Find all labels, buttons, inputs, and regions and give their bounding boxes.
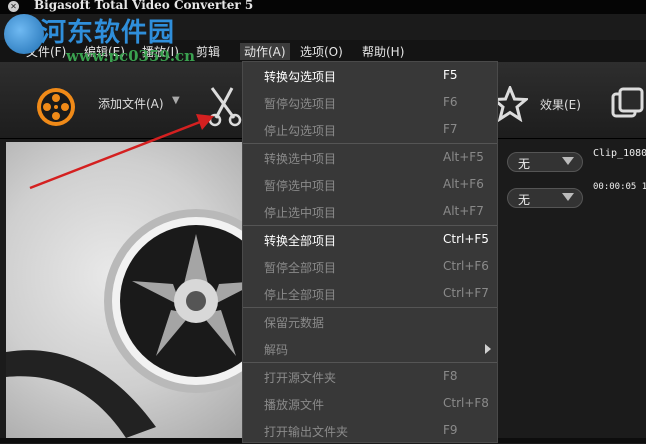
menu-item-decode[interactable]: 解码 [243,335,497,362]
menu-item-label: 保留元数据 [264,316,325,330]
menu-item-label: 转换选中项目 [264,152,337,166]
menu-options[interactable]: 选项(O) [300,43,343,60]
menu-item-label: 停止选中项目 [264,206,337,220]
watermark-text: 河东软件园 [40,18,176,48]
menu-item-shortcut: Ctrl+F5 [443,232,489,246]
menu-item-pause-checked[interactable]: 暂停勾选项目 F6 [243,89,497,116]
menu-item-open-source-folder[interactable]: 打开源文件夹 F8 [243,363,497,390]
clip-name: Clip_1080 [593,148,646,159]
clip-duration: 00:00:05 19 [593,182,646,192]
menu-item-shortcut: F7 [443,122,458,136]
window-icon[interactable] [610,86,646,122]
subtitle-dropdown-value: 无 [518,157,531,171]
conversion-settings-panel: 无 无 Clip_1080 00:00:05 19 [498,142,646,438]
add-file-dropdown-icon[interactable]: ▼ [172,95,180,106]
add-file-button[interactable]: 添加文件(A) [98,95,164,112]
effect-button[interactable]: 效果(E) [540,96,581,113]
menu-item-label: 暂停全部项目 [264,261,337,275]
audio-track-dropdown-value: 无 [518,193,531,207]
menu-item-shortcut: F6 [443,95,458,109]
menu-item-shortcut: Alt+F7 [443,204,484,218]
menu-item-play-source-file[interactable]: 播放源文件 Ctrl+F8 [243,390,497,417]
menu-item-stop-all[interactable]: 停止全部项目 Ctrl+F7 [243,280,497,307]
menu-help[interactable]: 帮助(H) [362,43,404,60]
menu-item-label: 转换勾选项目 [264,70,337,84]
watermark-logo [4,14,44,54]
menu-item-stop-selected[interactable]: 停止选中项目 Alt+F7 [243,198,497,225]
menu-item-stop-checked[interactable]: 停止勾选项目 F7 [243,116,497,143]
menu-item-convert-all[interactable]: 转换全部项目 Ctrl+F5 [243,226,497,253]
menu-item-shortcut: F8 [443,369,458,383]
menu-item-label: 转换全部项目 [264,234,337,248]
menu-item-open-output-folder[interactable]: 打开输出文件夹 F9 [243,417,497,444]
subtitle-dropdown[interactable]: 无 [507,152,583,172]
menu-item-label: 播放源文件 [264,398,325,412]
film-reel-icon[interactable] [34,85,78,129]
menu-item-shortcut: Ctrl+F8 [443,396,489,410]
menu-item-label: 停止全部项目 [264,288,337,302]
submenu-arrow-icon [485,344,491,354]
audio-track-dropdown[interactable]: 无 [507,188,583,208]
menu-item-shortcut: Alt+F6 [443,177,484,191]
menu-item-shortcut: Ctrl+F7 [443,286,489,300]
action-menu: 转换勾选项目 F5 暂停勾选项目 F6 停止勾选项目 F7 转换选中项目 Alt… [242,61,498,443]
menu-item-label: 暂停勾选项目 [264,97,337,111]
menu-item-convert-selected[interactable]: 转换选中项目 Alt+F5 [243,144,497,171]
menu-item-label: 打开输出文件夹 [264,425,349,439]
menu-item-label: 解码 [264,343,289,357]
menu-action[interactable]: 动作(A) [240,43,290,60]
menu-item-shortcut: Ctrl+F6 [443,259,489,273]
menu-item-pause-selected[interactable]: 暂停选中项目 Alt+F6 [243,171,497,198]
menu-item-shortcut: Alt+F5 [443,150,484,164]
menu-item-convert-checked[interactable]: 转换勾选项目 F5 [243,62,497,89]
menu-item-label: 打开源文件夹 [264,371,337,385]
menu-item-shortcut: F5 [443,68,458,82]
menu-item-pause-all[interactable]: 暂停全部项目 Ctrl+F6 [243,253,497,280]
menu-item-label: 停止勾选项目 [264,124,337,138]
menu-item-label: 暂停选中项目 [264,179,337,193]
window-title: Bigasoft Total Video Converter 5 [34,0,254,12]
menu-item-keep-metadata[interactable]: 保留元数据 [243,308,497,335]
preview-area [6,142,242,438]
app-logo-icon: ✕ [8,1,19,12]
chevron-down-icon [562,193,574,201]
menu-item-shortcut: F9 [443,423,458,437]
scissors-icon[interactable] [206,84,246,128]
film-reel-graphic [104,209,242,393]
chevron-down-icon [562,157,574,165]
menu-clip[interactable]: 剪辑 [196,43,220,60]
